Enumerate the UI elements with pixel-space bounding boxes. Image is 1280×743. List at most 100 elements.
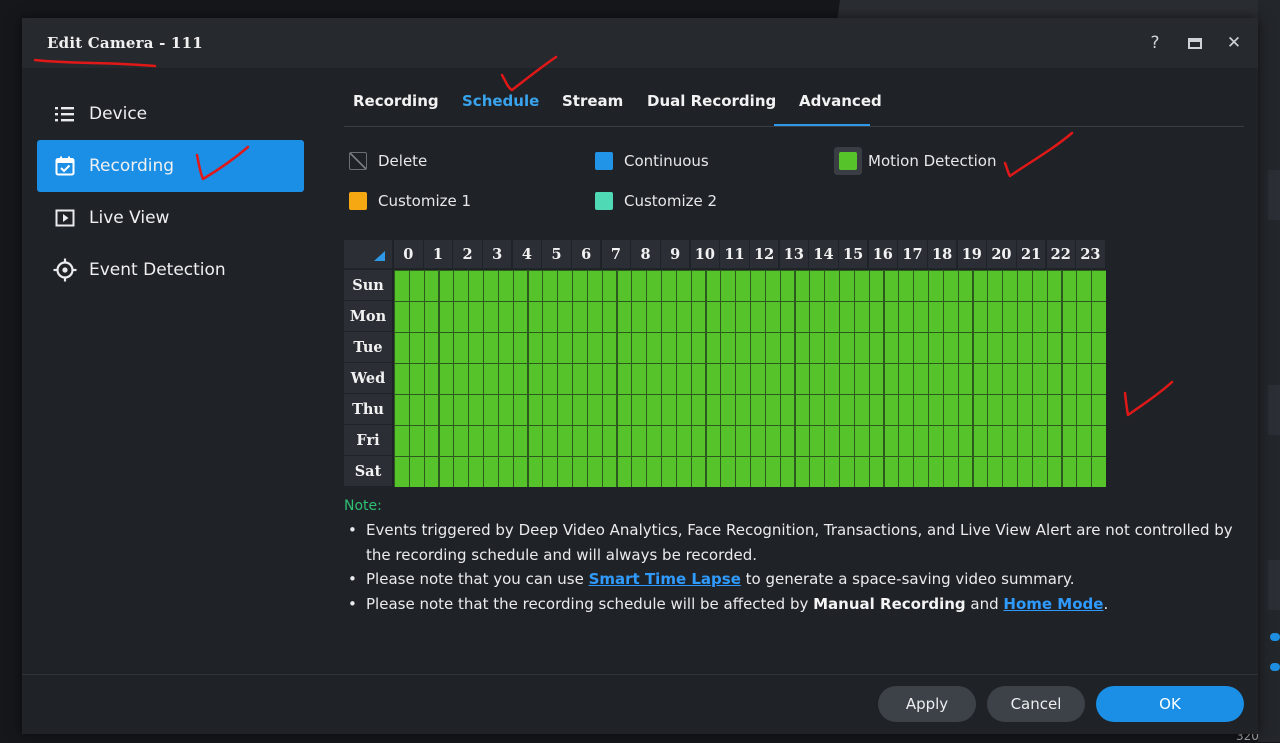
schedule-cell[interactable] (439, 395, 454, 425)
schedule-cell[interactable] (765, 457, 780, 487)
schedule-cell[interactable] (1077, 333, 1092, 363)
schedule-cell[interactable] (1077, 395, 1092, 425)
schedule-cell[interactable] (691, 364, 706, 394)
schedule-cell[interactable] (1062, 426, 1077, 456)
schedule-cell[interactable] (1018, 364, 1032, 394)
schedule-cell[interactable] (632, 271, 647, 301)
day-header[interactable]: Sat (344, 456, 392, 486)
schedule-cell[interactable] (439, 302, 454, 332)
schedule-cells[interactable] (394, 270, 1106, 487)
schedule-cell[interactable] (1077, 302, 1092, 332)
schedule-cell[interactable] (691, 333, 706, 363)
schedule-cell[interactable] (751, 302, 765, 332)
schedule-cell[interactable] (587, 364, 602, 394)
schedule-cell[interactable] (840, 395, 854, 425)
schedule-cell[interactable] (454, 271, 469, 301)
schedule-cell[interactable] (899, 302, 914, 332)
schedule-cell[interactable] (617, 333, 632, 363)
schedule-cell[interactable] (409, 302, 424, 332)
schedule-cell[interactable] (528, 426, 543, 456)
schedule-cell[interactable] (543, 457, 558, 487)
schedule-cell[interactable] (973, 457, 988, 487)
schedule-cell[interactable] (943, 271, 958, 301)
schedule-cell[interactable] (840, 333, 854, 363)
schedule-cell[interactable] (751, 426, 765, 456)
schedule-cell[interactable] (780, 426, 795, 456)
schedule-cell[interactable] (1047, 395, 1062, 425)
schedule-cell[interactable] (810, 426, 825, 456)
schedule-cell[interactable] (395, 395, 409, 425)
schedule-cell[interactable] (780, 271, 795, 301)
schedule-cell[interactable] (409, 457, 424, 487)
schedule-cell[interactable] (1018, 457, 1032, 487)
schedule-cell[interactable] (469, 426, 483, 456)
schedule-cell[interactable] (662, 426, 676, 456)
schedule-cell[interactable] (751, 457, 765, 487)
schedule-cell[interactable] (1047, 271, 1062, 301)
schedule-cell[interactable] (943, 395, 958, 425)
schedule-cell[interactable] (454, 457, 469, 487)
schedule-cell[interactable] (1003, 364, 1017, 394)
schedule-cell[interactable] (899, 426, 914, 456)
hour-header[interactable]: 21 (1016, 240, 1046, 268)
schedule-cell[interactable] (395, 271, 409, 301)
schedule-cell[interactable] (721, 426, 736, 456)
schedule-cell[interactable] (469, 395, 483, 425)
schedule-cell[interactable] (780, 302, 795, 332)
schedule-cell[interactable] (751, 271, 765, 301)
schedule-cell[interactable] (765, 395, 780, 425)
schedule-cell[interactable] (528, 271, 543, 301)
schedule-cell[interactable] (439, 333, 454, 363)
schedule-cell[interactable] (840, 426, 854, 456)
schedule-cell[interactable] (869, 271, 884, 301)
schedule-cell[interactable] (647, 426, 661, 456)
hour-header[interactable]: 0 (394, 240, 423, 268)
schedule-cell[interactable] (587, 457, 602, 487)
schedule-cell[interactable] (1032, 457, 1047, 487)
schedule-cell[interactable] (587, 395, 602, 425)
schedule-cell[interactable] (543, 333, 558, 363)
schedule-cell[interactable] (676, 457, 691, 487)
schedule-cell[interactable] (573, 457, 587, 487)
schedule-cell[interactable] (469, 333, 483, 363)
schedule-cell[interactable] (929, 271, 943, 301)
schedule-cell[interactable] (469, 271, 483, 301)
schedule-cell[interactable] (1077, 364, 1092, 394)
schedule-cell[interactable] (543, 302, 558, 332)
hour-header[interactable]: 2 (453, 240, 482, 268)
hour-header[interactable]: 10 (690, 240, 720, 268)
schedule-cell[interactable] (721, 395, 736, 425)
schedule-cell[interactable] (1062, 302, 1077, 332)
schedule-cell[interactable] (395, 333, 409, 363)
schedule-cell[interactable] (676, 333, 691, 363)
schedule-cell[interactable] (1003, 457, 1017, 487)
schedule-cell[interactable] (751, 364, 765, 394)
schedule-cell[interactable] (469, 457, 483, 487)
hour-header[interactable]: 7 (601, 240, 631, 268)
schedule-cell[interactable] (1092, 302, 1106, 332)
schedule-cell[interactable] (810, 364, 825, 394)
schedule-cell[interactable] (1092, 426, 1106, 456)
schedule-cell[interactable] (424, 457, 439, 487)
schedule-cell[interactable] (1032, 271, 1047, 301)
schedule-cell[interactable] (484, 333, 498, 363)
schedule-cell[interactable] (395, 457, 409, 487)
schedule-cell[interactable] (914, 271, 928, 301)
schedule-cell[interactable] (1003, 426, 1017, 456)
schedule-cell[interactable] (632, 364, 647, 394)
schedule-cell[interactable] (454, 302, 469, 332)
schedule-cell[interactable] (869, 395, 884, 425)
schedule-cell[interactable] (1032, 395, 1047, 425)
schedule-cell[interactable] (587, 271, 602, 301)
schedule-cell[interactable] (943, 457, 958, 487)
select-all-corner[interactable] (344, 240, 392, 268)
schedule-cell[interactable] (1047, 333, 1062, 363)
legend-customize-2[interactable]: Customize 2 (595, 192, 717, 210)
schedule-cell[interactable] (409, 271, 424, 301)
schedule-cell[interactable] (721, 364, 736, 394)
schedule-cell[interactable] (958, 426, 973, 456)
schedule-cell[interactable] (424, 333, 439, 363)
schedule-cell[interactable] (662, 364, 676, 394)
schedule-cell[interactable] (795, 271, 810, 301)
schedule-cell[interactable] (736, 364, 750, 394)
